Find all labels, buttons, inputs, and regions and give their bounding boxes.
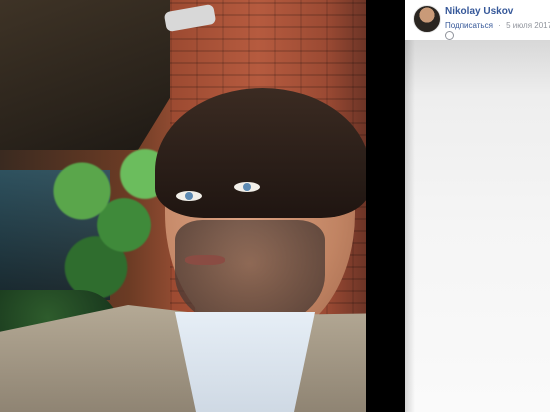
photo-viewer[interactable] [0, 0, 405, 412]
meta-separator: · [498, 21, 501, 30]
globe-icon[interactable] [445, 31, 454, 40]
shirt [175, 312, 315, 412]
comments-panel-placeholder [405, 40, 550, 412]
post-photo[interactable] [0, 0, 366, 412]
left-eye [176, 191, 202, 201]
author-name-link[interactable]: Nikolay Uskov [445, 6, 513, 17]
post-date-link[interactable]: 5 июля 2017 г. [506, 21, 550, 30]
post-sidebar: Nikolay Uskov Подписаться · 5 июля 2017 … [405, 0, 550, 412]
right-eye [234, 182, 260, 192]
follow-link[interactable]: Подписаться [445, 21, 493, 30]
post-header: Nikolay Uskov Подписаться · 5 июля 2017 … [405, 0, 550, 40]
post-meta: Подписаться · 5 июля 2017 г. [445, 21, 550, 30]
profile-avatar[interactable] [413, 5, 441, 33]
mouth [185, 255, 225, 265]
